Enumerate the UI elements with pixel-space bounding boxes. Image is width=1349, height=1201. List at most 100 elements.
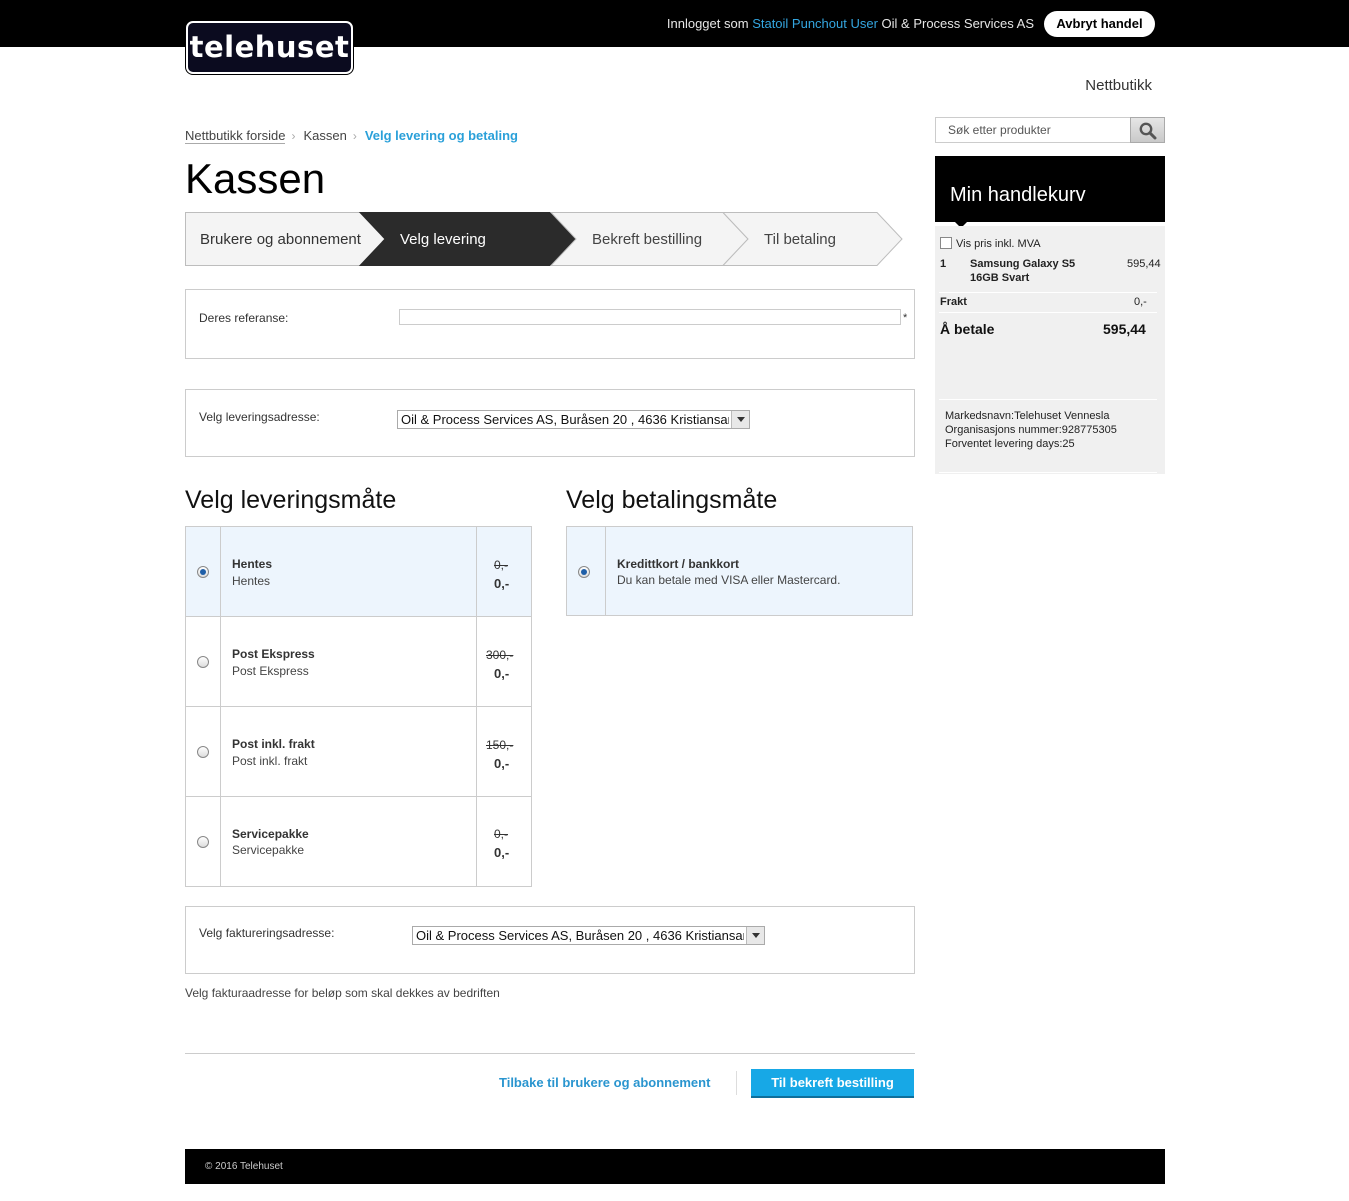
login-prefix: Innlogget som	[666, 16, 749, 31]
divider	[736, 1071, 737, 1095]
delivery-method-table: Hentes Hentes 0,- 0,- Post Ekspress Post…	[185, 526, 532, 887]
price: 0,-	[494, 576, 510, 591]
breadcrumb-current: Velg levering og betaling	[364, 128, 518, 143]
radio-cell	[186, 707, 221, 796]
cart-header: Min handlekurv	[935, 156, 1165, 228]
back-to-users-link[interactable]: Tilbake til brukere og abonnement	[499, 1075, 710, 1090]
payment-option-card[interactable]: Kredittkort / bankkort Du kan betale med…	[566, 526, 913, 616]
divider	[939, 312, 1157, 313]
old-price: 0,-	[494, 827, 509, 841]
divider	[939, 399, 1157, 400]
reference-panel: Deres referanse: *	[185, 289, 915, 359]
invoice-address-panel: Velg faktureringsadresse: Oil & Process …	[185, 906, 915, 974]
breadcrumb-checkout-link[interactable]: Kassen	[303, 128, 346, 143]
delivery-option-description: Post Ekspress	[232, 664, 309, 678]
radio-cell	[186, 797, 221, 886]
delivery-option-hentes[interactable]: Hentes Hentes 0,- 0,-	[186, 527, 531, 617]
delivery-option-servicepakke[interactable]: Servicepakke Servicepakke 0,- 0,-	[186, 797, 531, 886]
nav-nettbutikk-link[interactable]: Nettbutikk	[1085, 77, 1152, 94]
delivery-option-name: Hentes	[232, 557, 273, 571]
chevron-right-icon: ›	[352, 129, 357, 143]
step-confirm-order: Bekreft bestilling	[592, 231, 703, 248]
invoice-address-note: Velg fakturaadresse for beløp som skal d…	[185, 986, 500, 1000]
search-icon	[1139, 122, 1157, 140]
invoice-address-label: Velg faktureringsadresse:	[199, 926, 335, 940]
total-label: Å betale	[940, 321, 995, 337]
delivery-option-description: Hentes	[232, 574, 271, 588]
vat-checkbox[interactable]	[940, 237, 952, 249]
product-search: Søk etter produkter	[935, 117, 1165, 143]
confirm-order-button[interactable]: Til bekreft bestilling	[751, 1069, 914, 1096]
delivery-method-title: Velg leveringsmåte	[185, 486, 397, 514]
delivery-address-select[interactable]: Oil & Process Services AS, Buråsen 20 , …	[397, 410, 750, 429]
delivery-radio-servicepakke[interactable]	[197, 836, 209, 848]
price: 0,-	[494, 756, 510, 771]
checkout-steps: Brukere og abonnement Velg levering Bekr…	[185, 212, 905, 266]
step-users-subscription: Brukere og abonnement	[200, 231, 361, 248]
price: 0,-	[494, 666, 510, 681]
copyright: © 2016 Telehuset	[205, 1161, 283, 1172]
step-payment: Til betaling	[764, 231, 836, 248]
delivery-address-value: Oil & Process Services AS, Buråsen 20 , …	[401, 412, 729, 427]
delivery-radio-hentes[interactable]	[197, 566, 209, 578]
search-input[interactable]: Søk etter produkter	[935, 117, 1131, 143]
delivery-option-name: Post Ekspress	[232, 647, 315, 661]
cart-panel: Vis pris inkl. MVA 1 Samsung Galaxy S5 1…	[935, 226, 1165, 474]
price-cell: 0,- 0,-	[476, 797, 531, 886]
search-button[interactable]	[1130, 117, 1165, 143]
delivery-option-post-ekspress[interactable]: Post Ekspress Post Ekspress 300,- 0,-	[186, 617, 531, 707]
breadcrumb-home-link[interactable]: Nettbutikk forside	[185, 128, 286, 144]
chevron-right-icon: ›	[291, 129, 296, 143]
reference-label: Deres referanse:	[199, 311, 289, 325]
price-cell: 300,- 0,-	[476, 617, 531, 706]
invoice-address-select[interactable]: Oil & Process Services AS, Buråsen 20 , …	[412, 926, 765, 945]
company-name: Oil & Process Services AS	[881, 16, 1034, 31]
cancel-order-button[interactable]: Avbryt handel	[1044, 11, 1155, 37]
old-price: 300,-	[486, 648, 514, 662]
telehuset-logo[interactable]: telehuset	[186, 21, 353, 74]
reference-input[interactable]	[399, 309, 901, 325]
delivery-option-name: Post inkl. frakt	[232, 737, 315, 751]
delivery-address-panel: Velg leveringsadresse: Oil & Process Ser…	[185, 389, 915, 457]
cart-info-org-number: Organisasjons nummer:928775305	[945, 424, 1117, 436]
user-name-link[interactable]: Statoil Punchout User	[752, 16, 878, 31]
divider	[939, 292, 1157, 293]
radio-cell	[186, 617, 221, 706]
login-info: Innlogget som Statoil Punchout User Oil …	[667, 16, 1034, 31]
page-title: Kassen	[185, 155, 326, 202]
delivery-option-post-inkl-frakt[interactable]: Post inkl. frakt Post inkl. frakt 150,- …	[186, 707, 531, 797]
price-cell: 150,- 0,-	[476, 707, 531, 796]
price-cell: 0,- 0,-	[476, 527, 531, 616]
delivery-option-name: Servicepakke	[232, 827, 309, 841]
cart-title: Min handlekurv	[950, 184, 1086, 206]
payment-option-description: Du kan betale med VISA eller Mastercard.	[617, 573, 841, 587]
step-choose-delivery: Velg levering	[400, 231, 486, 248]
cart-info-delivery-days: Forventet levering days:25	[945, 438, 1075, 450]
delivery-option-description: Servicepakke	[232, 843, 305, 857]
payment-method-title: Velg betalingsmåte	[566, 486, 778, 514]
delivery-option-description: Post inkl. frakt	[232, 754, 308, 768]
footer: © 2016 Telehuset	[185, 1149, 1165, 1184]
total-value: 595,44	[1103, 321, 1146, 337]
cart-item-qty: 1	[940, 258, 947, 270]
delivery-radio-post-ekspress[interactable]	[197, 656, 209, 668]
payment-radio-card[interactable]	[578, 566, 590, 578]
breadcrumb: Nettbutikk forside › Kassen › Velg levering …	[185, 128, 518, 144]
payment-option-name: Kredittkort / bankkort	[617, 557, 740, 571]
cart-item-variant: 16GB Svart	[970, 272, 1030, 284]
old-price: 150,-	[486, 738, 514, 752]
required-marker: *	[903, 312, 908, 324]
dropdown-arrow-icon	[731, 411, 749, 428]
cart-item-price: 595,44	[1127, 258, 1161, 270]
delivery-address-label: Velg leveringsadresse:	[199, 410, 320, 424]
dropdown-arrow-icon	[746, 927, 764, 944]
delivery-radio-post-inkl-frakt[interactable]	[197, 746, 209, 758]
invoice-address-value: Oil & Process Services AS, Buråsen 20 , …	[416, 928, 744, 943]
price: 0,-	[494, 845, 510, 860]
vat-toggle-label: Vis pris inkl. MVA	[956, 238, 1041, 250]
shipping-label: Frakt	[940, 296, 967, 308]
radio-cell	[186, 527, 221, 616]
shipping-value: 0,-	[1134, 296, 1147, 308]
cart-item-name: Samsung Galaxy S5	[970, 258, 1076, 270]
old-price: 0,-	[494, 558, 509, 572]
